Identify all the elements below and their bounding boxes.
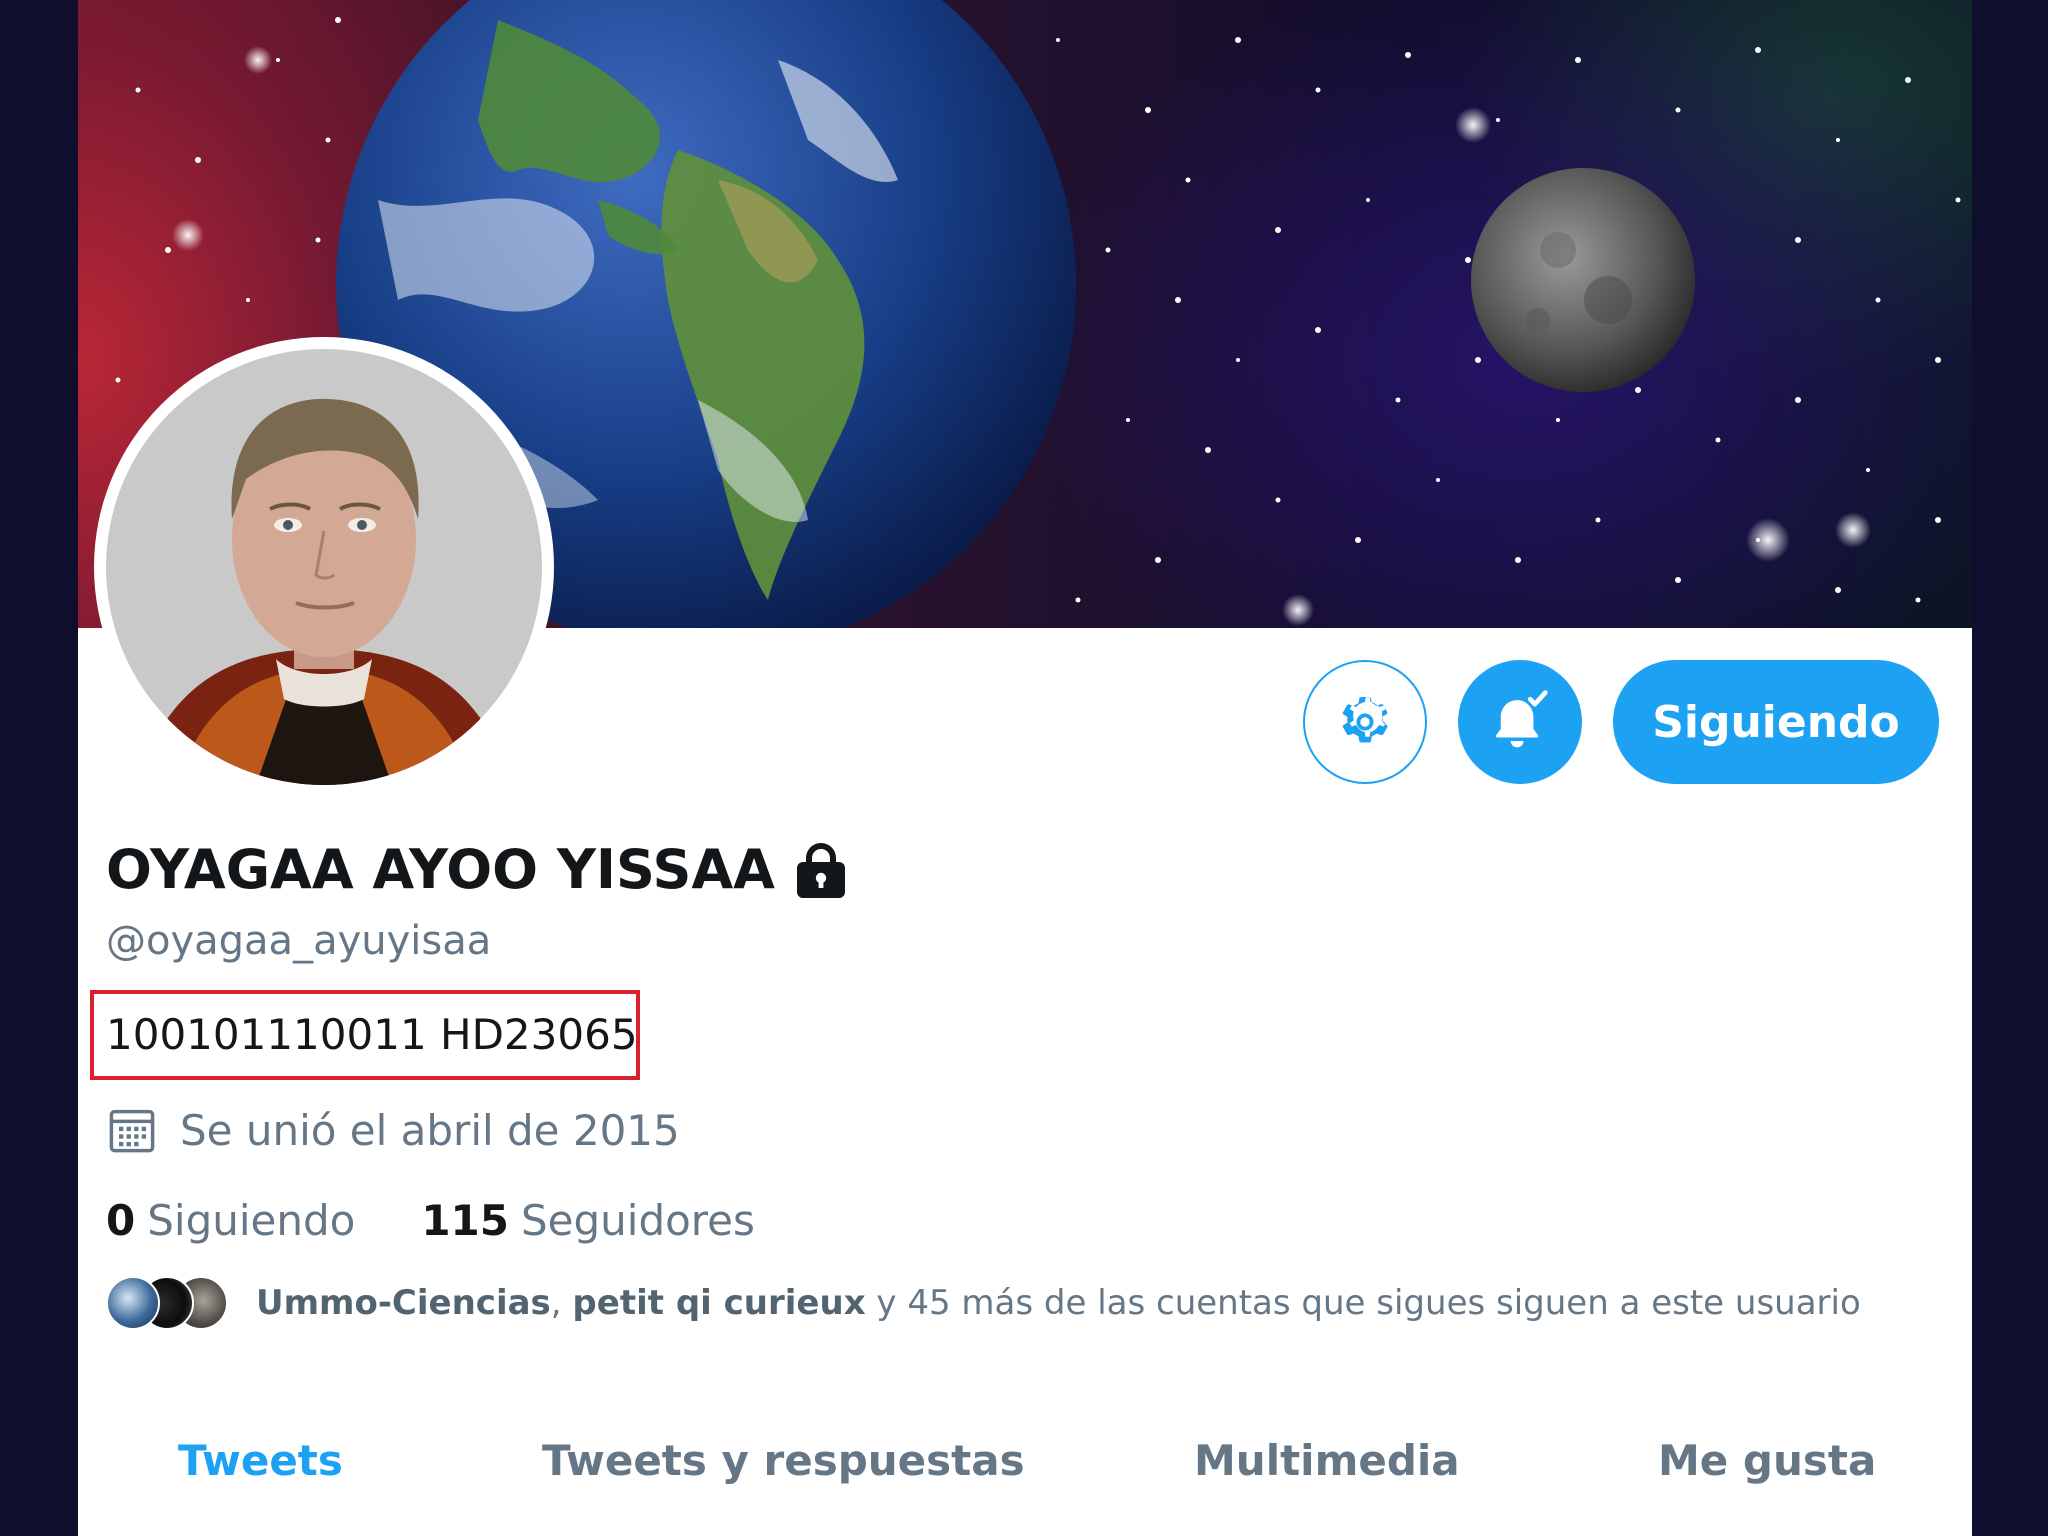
- follower-avatars: [106, 1276, 236, 1330]
- join-date: Se unió el abril de 2015: [106, 1104, 680, 1156]
- following-label: Siguiendo: [147, 1196, 356, 1245]
- display-name: OYAGAA AYOO YISSAA: [106, 838, 775, 901]
- followers-stat[interactable]: 115 Seguidores: [421, 1196, 755, 1245]
- username-handle: @oyagaa_ayuyisaa: [106, 918, 492, 964]
- tab-tweets[interactable]: Tweets: [178, 1436, 343, 1485]
- tab-media[interactable]: Multimedia: [1194, 1436, 1460, 1485]
- bio-text: 100101110011 HD23065: [106, 1010, 638, 1059]
- follower-separator: ,: [550, 1283, 573, 1323]
- follower-name-2[interactable]: petit qi curieux: [572, 1283, 865, 1323]
- follower-avatar: [106, 1276, 160, 1330]
- bell-check-icon: [1485, 687, 1555, 757]
- following-count: 0: [106, 1196, 136, 1245]
- display-name-row: OYAGAA AYOO YISSAA: [106, 838, 853, 901]
- calendar-icon: [106, 1104, 158, 1156]
- avatar-photo: [106, 349, 542, 785]
- gear-icon: [1335, 692, 1395, 752]
- tab-tweets-replies[interactable]: Tweets y respuestas: [542, 1436, 1025, 1485]
- follower-name-1[interactable]: Ummo-Ciencias: [256, 1283, 551, 1323]
- profile-card: Siguiendo OYAGAA AYOO YISSAA @oyagaa_ayu…: [78, 0, 1972, 1536]
- follow-stats: 0 Siguiendo 115 Seguidores: [106, 1196, 755, 1245]
- followers-you-know[interactable]: Ummo-Ciencias , petit qi curieux y 45 má…: [106, 1276, 1861, 1330]
- lock-icon: [789, 842, 853, 898]
- settings-button[interactable]: [1303, 660, 1427, 784]
- profile-avatar[interactable]: [94, 337, 554, 797]
- join-date-text: Se unió el abril de 2015: [180, 1105, 680, 1155]
- profile-tabs: Tweets Tweets y respuestas Multimedia Me…: [78, 1400, 1972, 1536]
- notifications-button[interactable]: [1458, 660, 1582, 784]
- tab-likes[interactable]: Me gusta: [1658, 1436, 1876, 1485]
- following-button[interactable]: Siguiendo: [1613, 660, 1939, 784]
- moon-graphic: [1471, 168, 1695, 392]
- following-stat[interactable]: 0 Siguiendo: [106, 1196, 355, 1245]
- followers-label: Seguidores: [521, 1196, 755, 1245]
- followers-count: 115: [421, 1196, 509, 1245]
- followers-you-know-text: y 45 más de las cuentas que sigues sigue…: [865, 1283, 1861, 1323]
